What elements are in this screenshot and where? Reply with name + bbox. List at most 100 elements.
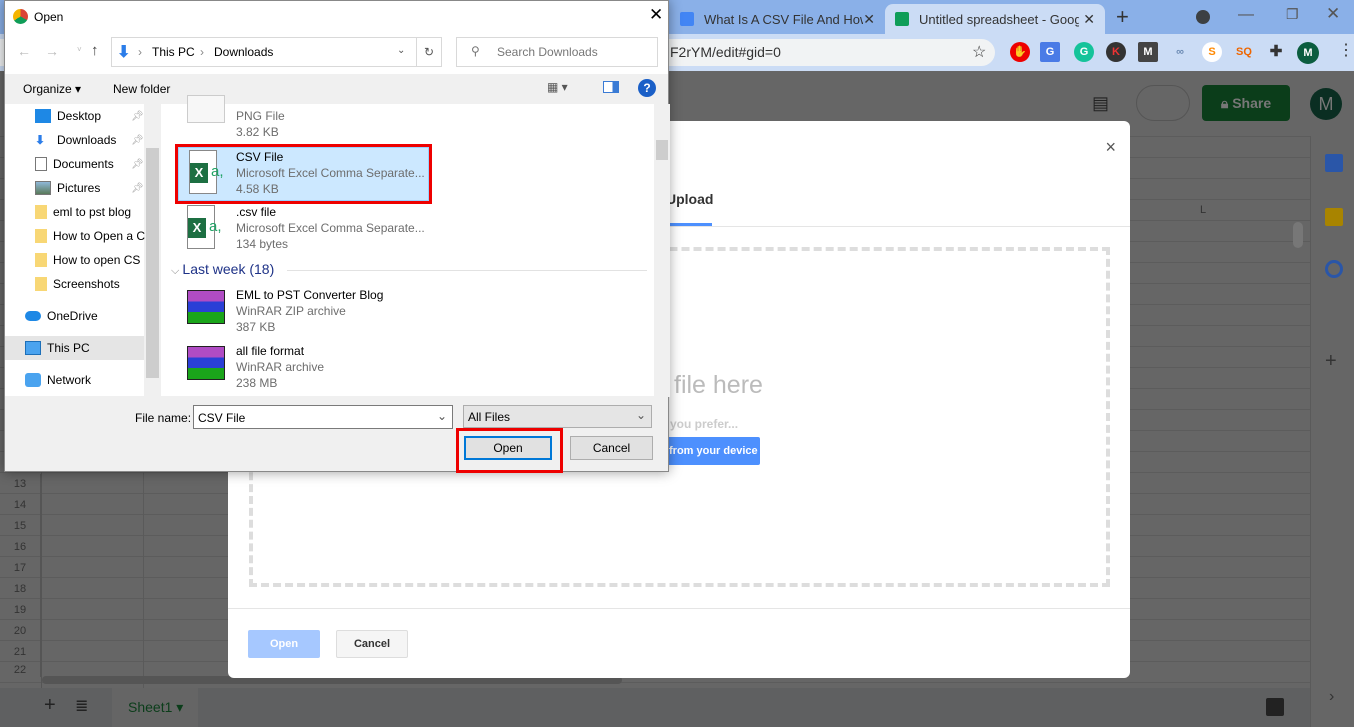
row-header[interactable]: 15	[0, 516, 41, 537]
bookmark-star-icon[interactable]: ☆	[972, 39, 986, 66]
nav-folder[interactable]: eml to pst blog	[35, 201, 131, 223]
pin-icon: 📌︎	[131, 159, 144, 170]
pin-icon: 📌︎	[131, 135, 144, 146]
file-item-csv[interactable]: Xa, .csv file Microsoft Excel Comma Sepa…	[175, 203, 435, 259]
close-tab-icon[interactable]: ✕	[863, 11, 875, 28]
back-icon[interactable]: ←	[17, 43, 31, 59]
row-header[interactable]: 13	[0, 474, 41, 495]
m-extension-icon[interactable]: M	[1138, 42, 1158, 62]
group-header-last-week[interactable]: ⌵ Last week (18)	[171, 261, 274, 278]
chevron-down-icon[interactable]: ⌄	[636, 408, 646, 422]
up-icon[interactable]: ↑	[91, 42, 99, 59]
chevron-down-icon[interactable]: ⌄	[397, 45, 405, 56]
all-sheets-icon[interactable]: ≣	[75, 696, 88, 716]
tab-csv-article[interactable]: What Is A CSV File And How I ✕	[670, 4, 885, 34]
row-header[interactable]: 14	[0, 495, 41, 516]
file-item-zip[interactable]: EML to PST Converter Blog WinRAR ZIP arc…	[175, 287, 435, 343]
nav-folder[interactable]: Screenshots	[35, 273, 120, 295]
adblock-extension-icon[interactable]: ✋	[1010, 42, 1030, 62]
upload-open-button[interactable]: Open	[248, 630, 320, 658]
search-input[interactable]: ⚲ Search Downloads	[456, 37, 658, 67]
file-type-select[interactable]: All Files ⌄	[463, 405, 652, 428]
nav-this-pc[interactable]: This PC	[25, 337, 90, 359]
url-text: F2rYM/edit#gid=0	[670, 44, 781, 60]
nav-folder[interactable]: How to Open a C	[35, 225, 145, 247]
row-header[interactable]: 18	[0, 579, 41, 600]
nav-documents[interactable]: Documents	[35, 153, 114, 175]
row-header[interactable]: 22	[0, 663, 41, 677]
keep-icon[interactable]	[1325, 208, 1343, 226]
column-header-l[interactable]: L	[1200, 204, 1206, 216]
nav-pictures[interactable]: Pictures	[35, 177, 100, 199]
k-extension-icon[interactable]: K	[1106, 42, 1126, 62]
tab-upload[interactable]: Upload	[666, 191, 713, 207]
help-icon[interactable]: ?	[638, 79, 656, 97]
organize-button[interactable]: Organize ▾	[23, 82, 81, 96]
file-name-value: CSV File	[198, 411, 246, 425]
nav-desktop[interactable]: Desktop	[35, 105, 101, 127]
comments-icon[interactable]: ▤	[1092, 93, 1109, 114]
new-folder-button[interactable]: New folder	[113, 82, 170, 96]
nav-onedrive[interactable]: OneDrive	[25, 305, 98, 327]
restore-icon[interactable]: ❐	[1286, 6, 1299, 23]
close-icon[interactable]: ×	[1105, 137, 1116, 158]
nav-downloads[interactable]: ⬇ Downloads	[35, 129, 116, 151]
upload-cancel-button[interactable]: Cancel	[336, 630, 408, 658]
row-header[interactable]: 17	[0, 558, 41, 579]
sq-extension-icon[interactable]: SQ	[1234, 42, 1254, 62]
breadcrumb[interactable]: ⬇ › This PC › Downloads ⌄	[111, 37, 417, 67]
refresh-button[interactable]: ↻	[416, 37, 442, 67]
expand-panel-icon[interactable]: ›	[1329, 688, 1334, 706]
file-item-csv-selected[interactable]: Xa, CSV File Microsoft Excel Comma Separ…	[178, 147, 429, 201]
select-from-device-button[interactable]: from your device	[663, 437, 760, 465]
minimize-icon[interactable]: —	[1238, 6, 1254, 24]
file-item-png[interactable]: PNG File 3.82 KB	[175, 95, 435, 139]
tasks-icon[interactable]	[1325, 260, 1343, 278]
translate-extension-icon[interactable]: G	[1040, 42, 1060, 62]
sheet-tab-label: Sheet1	[128, 699, 173, 715]
file-name-label: File name:	[135, 411, 192, 425]
explore-icon[interactable]	[1266, 698, 1284, 716]
add-addon-icon[interactable]: +	[1325, 350, 1337, 373]
add-sheet-icon[interactable]: +	[44, 694, 56, 717]
calendar-icon[interactable]	[1325, 154, 1343, 172]
tab-search-icon[interactable]	[1196, 10, 1210, 24]
vertical-scrollbar[interactable]	[1293, 222, 1303, 248]
dialog-footer: File name: CSV File ⌄ All Files ⌄ Open C…	[5, 396, 668, 473]
link-extension-icon[interactable]: ∞	[1170, 42, 1190, 62]
row-header[interactable]: 20	[0, 621, 41, 642]
s-extension-icon[interactable]: S	[1202, 42, 1222, 62]
row-header[interactable]: 19	[0, 600, 41, 621]
browser-menu-icon[interactable]: ⋮	[1338, 40, 1354, 60]
recent-locations-icon[interactable]: ˅	[77, 45, 82, 54]
preview-pane-icon[interactable]	[603, 81, 619, 93]
nav-network[interactable]: Network	[25, 369, 91, 391]
open-button[interactable]: Open	[464, 436, 552, 460]
profile-avatar[interactable]: M	[1297, 42, 1319, 64]
present-button[interactable]	[1136, 85, 1190, 121]
sheet-tab[interactable]: Sheet1 ▾	[112, 688, 198, 727]
breadcrumb-this-pc[interactable]: This PC	[152, 45, 195, 59]
breadcrumb-downloads[interactable]: Downloads	[214, 45, 273, 59]
nav-label: How to Open a C	[53, 229, 145, 243]
close-icon[interactable]: ✕	[649, 5, 663, 25]
close-window-icon[interactable]: ✕	[1326, 4, 1340, 24]
nav-folder[interactable]: How to open CS	[35, 249, 145, 271]
row-header[interactable]: 16	[0, 537, 41, 558]
nav-scrollbar[interactable]	[144, 104, 161, 397]
forward-icon[interactable]: →	[45, 43, 59, 59]
row-header[interactable]: 21	[0, 642, 41, 663]
change-view-icon[interactable]: ▦ ▾	[547, 80, 568, 94]
new-tab-icon[interactable]: +	[1116, 4, 1129, 30]
file-list-scrollbar[interactable]	[654, 104, 670, 397]
extensions-puzzle-icon[interactable]: ✚	[1266, 42, 1286, 62]
close-tab-icon[interactable]: ✕	[1083, 11, 1095, 28]
cancel-button[interactable]: Cancel	[570, 436, 653, 460]
grammarly-extension-icon[interactable]: G	[1074, 42, 1094, 62]
file-name-input[interactable]: CSV File ⌄	[193, 405, 453, 429]
chevron-down-icon[interactable]: ⌄	[437, 409, 447, 423]
account-avatar[interactable]: M	[1310, 88, 1342, 120]
file-item-rar[interactable]: all file format WinRAR archive 238 MB	[175, 343, 435, 399]
share-button[interactable]: 🔒︎ Share	[1202, 85, 1290, 121]
tab-spreadsheet[interactable]: Untitled spreadsheet - Googl ✕	[885, 4, 1105, 34]
